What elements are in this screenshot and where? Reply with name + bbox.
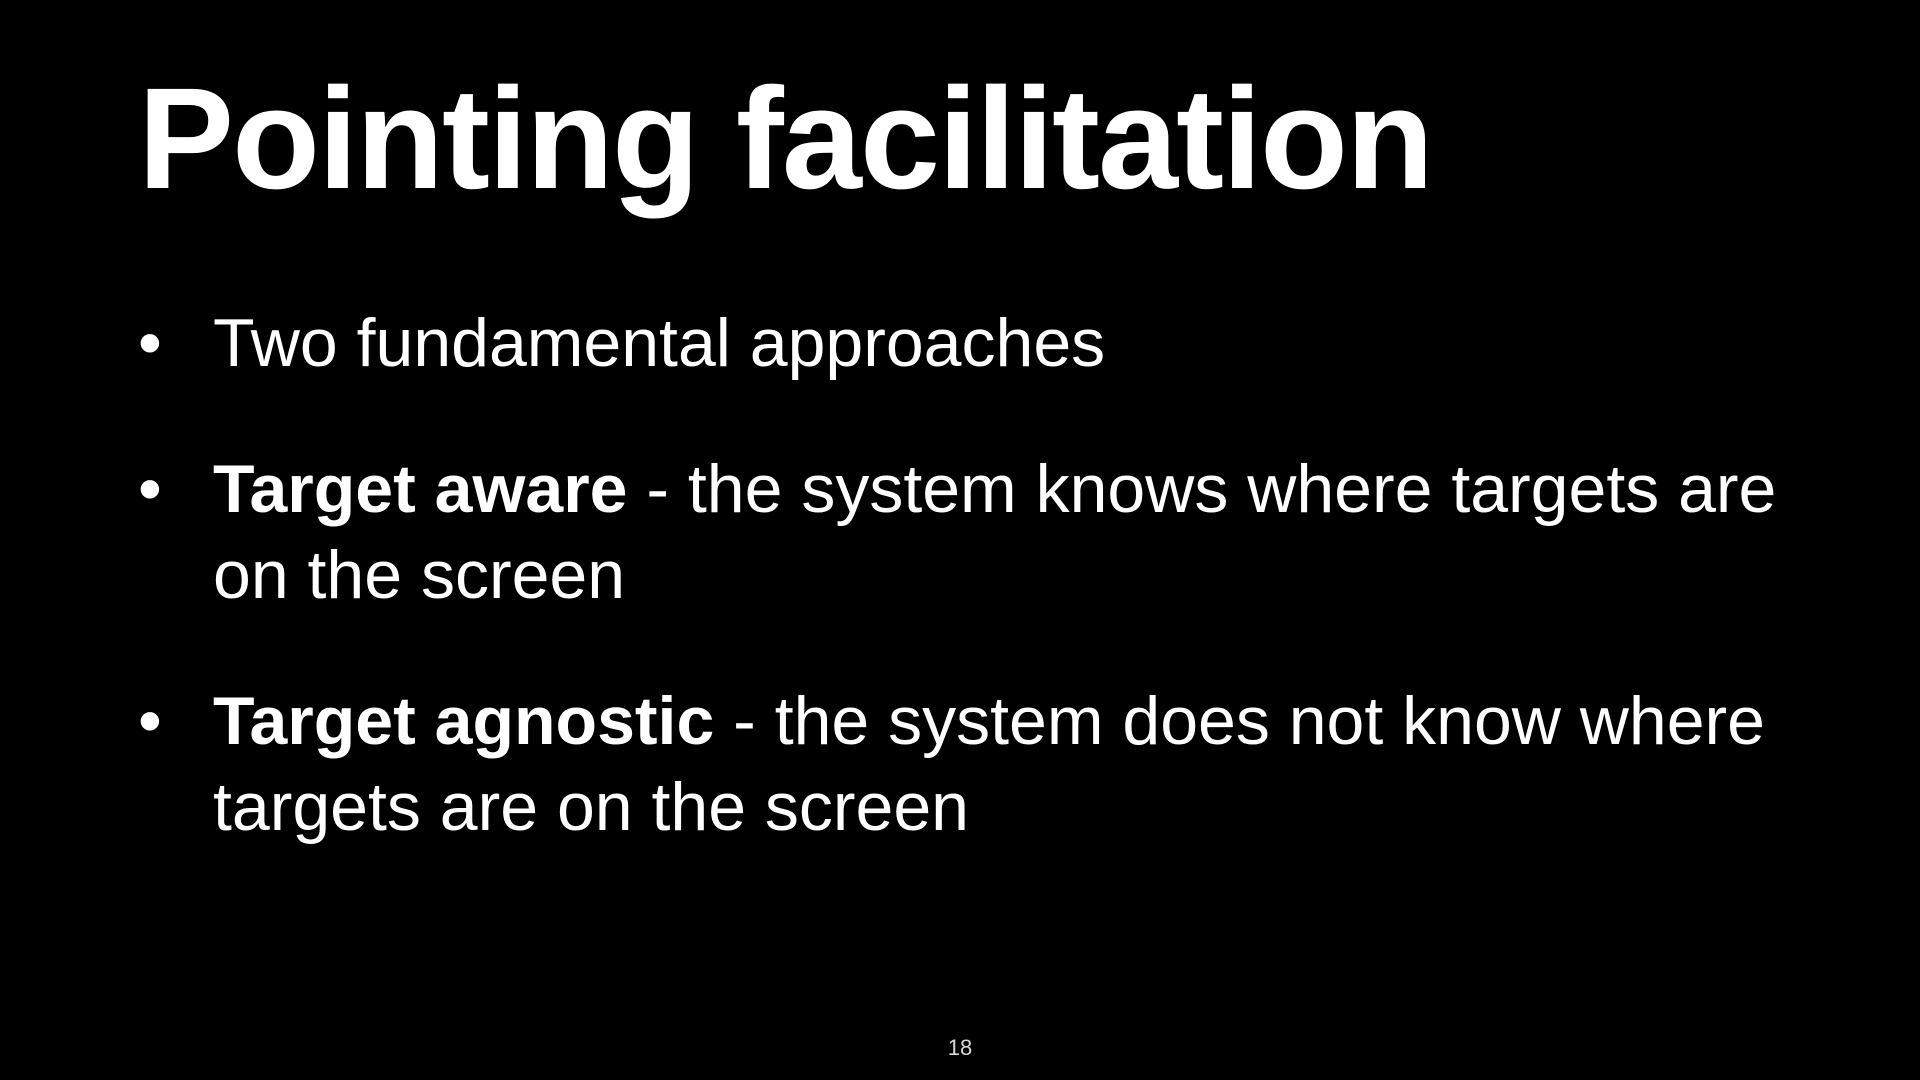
bullet-item: • Two fundamental approaches [138,300,1818,386]
bullet-item: • Target aware - the system knows where … [138,446,1818,618]
bullet-term: Target aware [213,451,628,527]
bullet-list: • Two fundamental approaches • Target aw… [138,300,1818,910]
bullet-term: Target agnostic [213,683,715,759]
bullet-text: Two fundamental approaches [213,305,1106,381]
bullet-icon: • [138,683,162,759]
bullet-item: • Target agnostic - the system does not … [138,678,1818,850]
page-number: 18 [947,1035,973,1060]
bullet-icon: • [138,305,162,381]
slide: Pointing facilitation • Two fundamental … [0,0,1920,1080]
bullet-icon: • [138,451,162,527]
slide-title: Pointing facilitation [138,58,1434,219]
